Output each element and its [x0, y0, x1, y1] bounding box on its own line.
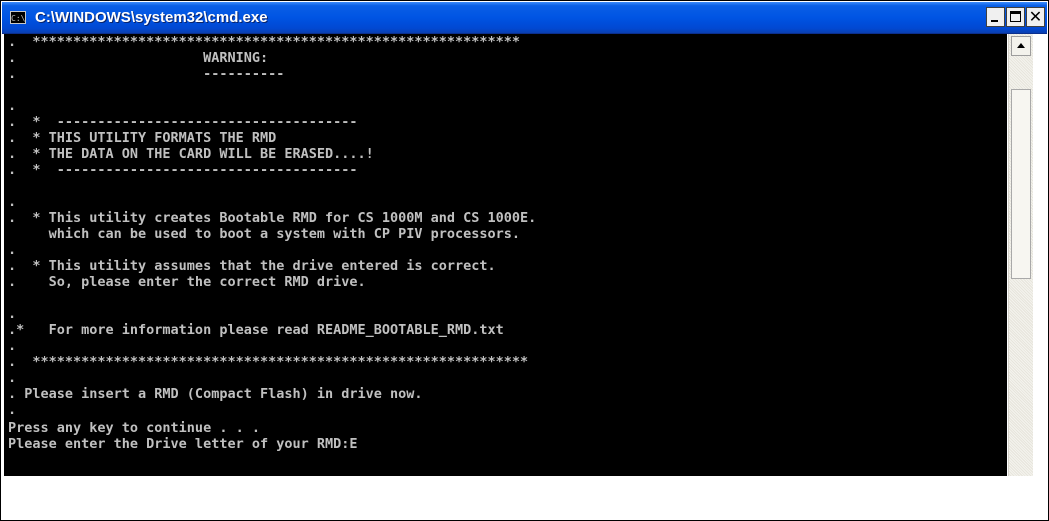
console-line: . — [8, 402, 17, 418]
cmd-icon[interactable]: C:\ — [10, 11, 26, 24]
console-line: which can be used to boot a system with … — [8, 226, 521, 242]
console-line: . * This utility creates Bootable RMD fo… — [8, 210, 537, 226]
console-line: Please enter the Drive letter of your RM… — [8, 436, 358, 452]
console-line: . So, please enter the correct RMD drive… — [8, 274, 366, 290]
console-line: . — [8, 370, 17, 386]
console-line: . * ------------------------------------… — [8, 162, 358, 178]
maximize-icon — [1010, 11, 1021, 22]
scroll-thumb[interactable] — [1011, 89, 1031, 279]
minimize-icon — [991, 20, 998, 22]
scroll-up-button[interactable] — [1011, 36, 1031, 56]
console-line: Press any key to continue . . . — [8, 420, 260, 436]
console-line: . * THIS UTILITY FORMATS THE RMD — [8, 130, 277, 146]
arrow-up-icon — [1017, 43, 1025, 48]
console-line: .* For more information please read READ… — [8, 322, 504, 338]
console-line: . — [8, 306, 17, 322]
console-line: . — [8, 242, 17, 258]
console-line: . — [8, 98, 17, 114]
console-line: . **************************************… — [8, 34, 521, 50]
minimize-button[interactable] — [986, 7, 1005, 27]
console-line: . * THE DATA ON THE CARD WILL BE ERASED.… — [8, 146, 374, 162]
cmd-window: C:\ C:\WINDOWS\system32\cmd.exe ✕ . ****… — [0, 0, 1049, 521]
console-line: . **************************************… — [8, 354, 529, 370]
close-icon: ✕ — [1028, 7, 1043, 26]
maximize-button[interactable] — [1006, 7, 1025, 27]
console-line: . * This utility assumes that the drive … — [8, 258, 496, 274]
console-output[interactable]: . **************************************… — [4, 34, 1007, 476]
window-title: C:\WINDOWS\system32\cmd.exe — [35, 9, 268, 26]
console-line: . * ------------------------------------… — [8, 114, 358, 130]
console-line: . Please insert a RMD (Compact Flash) in… — [8, 386, 423, 402]
console-line: . ---------- — [8, 66, 285, 82]
console-line: . WARNING: — [8, 50, 269, 66]
close-button[interactable]: ✕ — [1026, 7, 1045, 27]
console-line: . — [8, 338, 17, 354]
vertical-scrollbar[interactable] — [1008, 34, 1033, 476]
title-bar[interactable]: C:\ C:\WINDOWS\system32\cmd.exe ✕ — [2, 2, 1047, 34]
console-line: . — [8, 194, 17, 210]
